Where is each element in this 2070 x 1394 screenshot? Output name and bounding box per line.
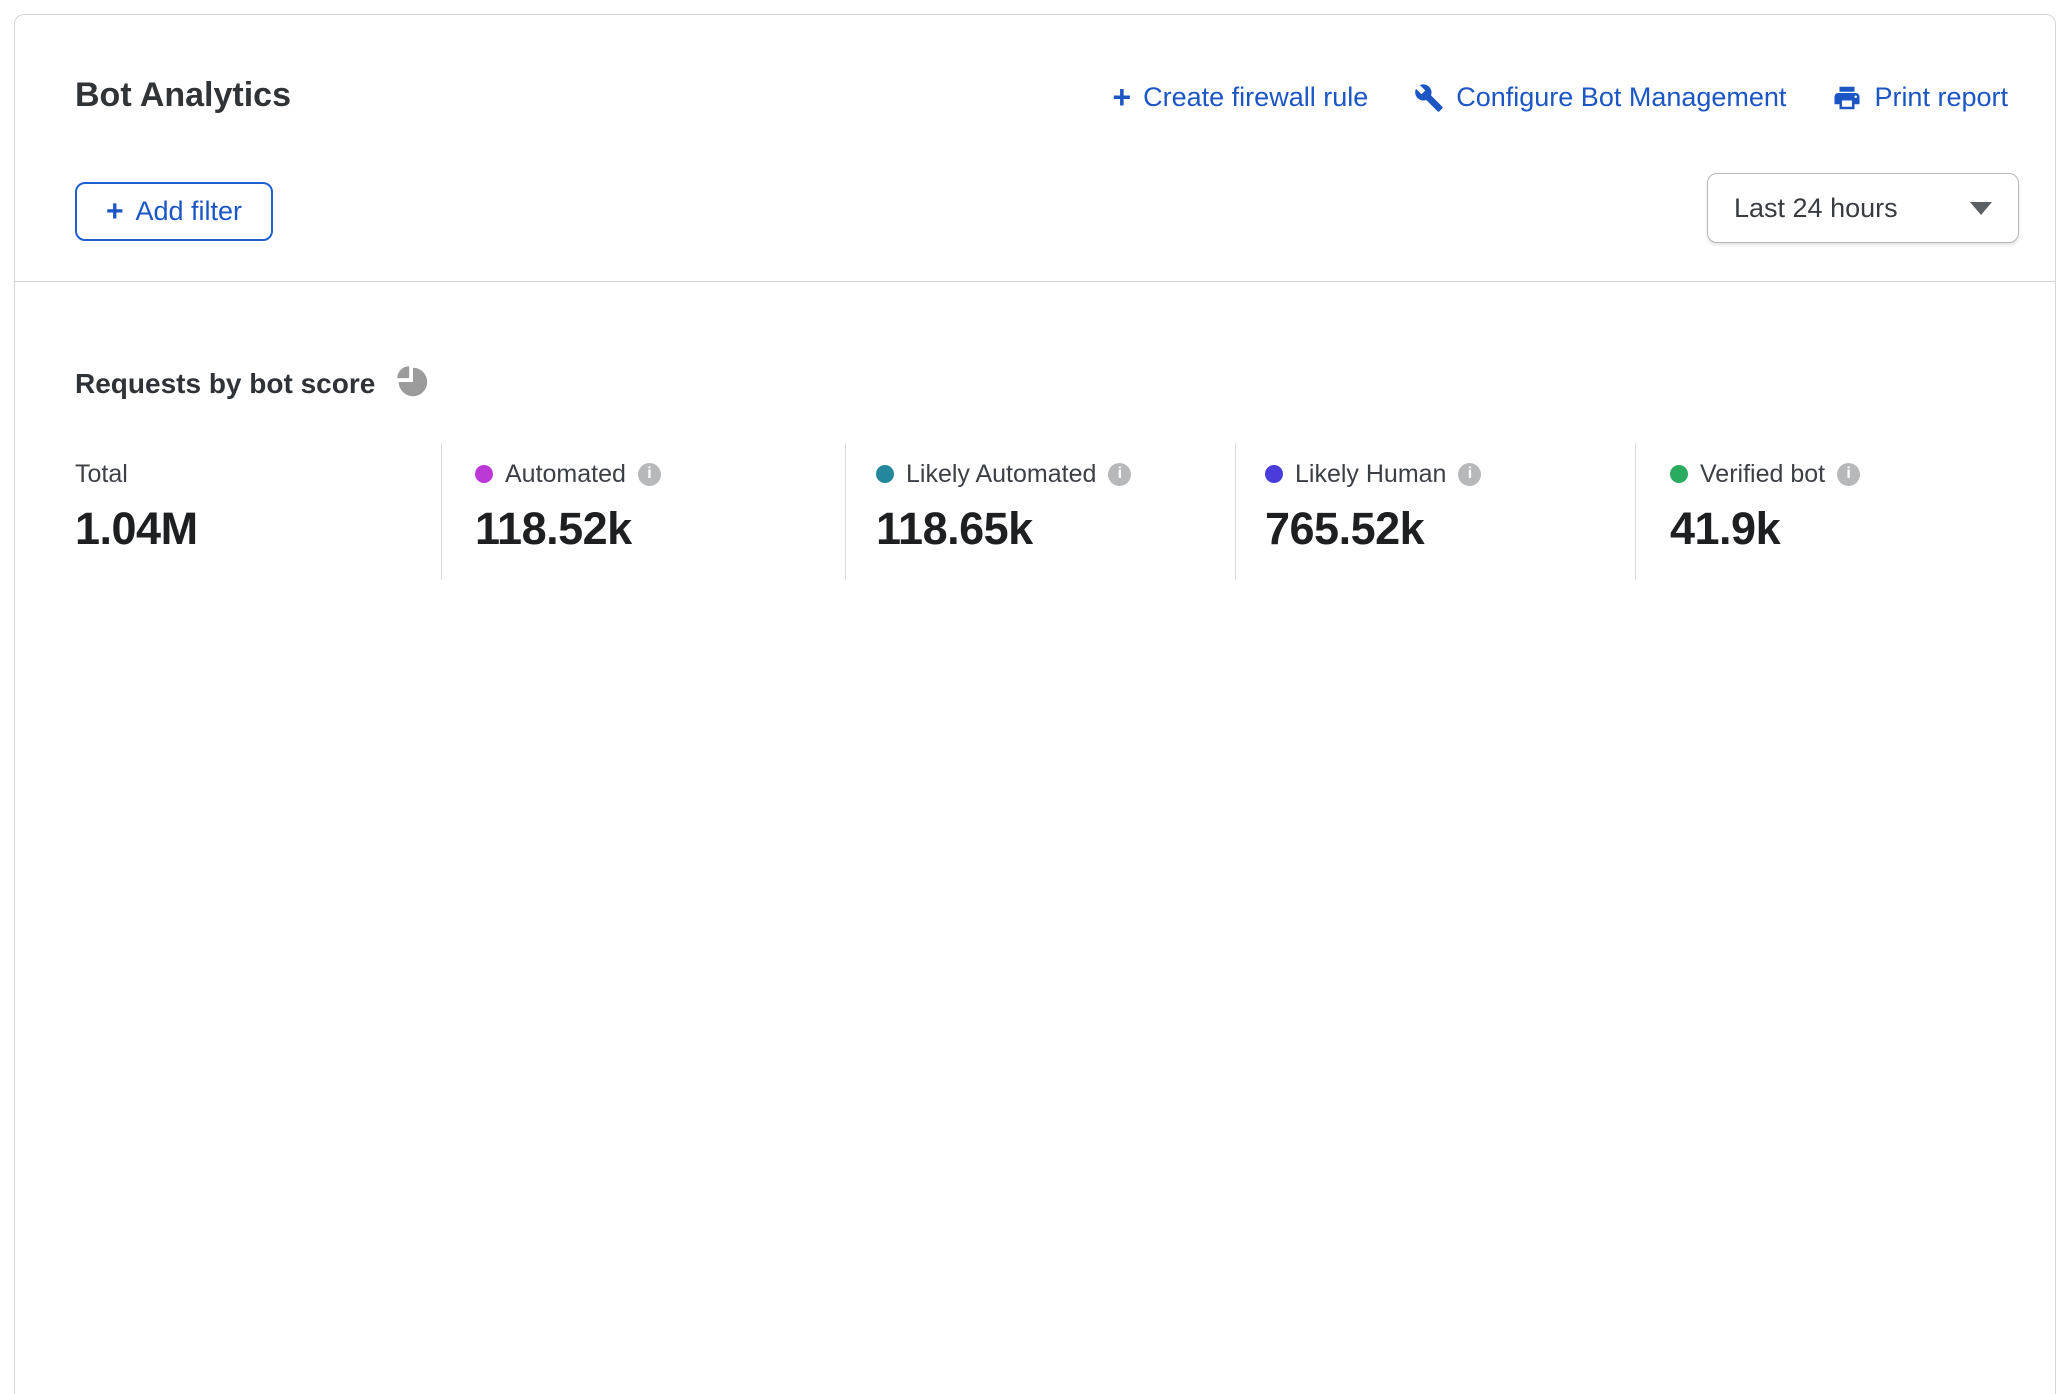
stat-likely-human-label: Likely Human [1295, 460, 1446, 489]
print-report-link[interactable]: Print report [1832, 82, 2008, 113]
stat-automated: Automated i 118.52k [475, 458, 661, 555]
header-actions: + Create firewall rule Configure Bot Man… [1112, 82, 2008, 113]
stat-divider [441, 443, 442, 580]
stat-verified-bot-value: 41.9k [1670, 503, 1860, 555]
printer-icon [1832, 83, 1862, 113]
stat-likely-human-value: 765.52k [1265, 503, 1481, 555]
stat-likely-human: Likely Human i 765.52k [1265, 458, 1481, 555]
stat-automated-value: 118.52k [475, 503, 661, 555]
add-filter-label: Add filter [135, 196, 242, 227]
info-icon[interactable]: i [1458, 463, 1481, 486]
likely-automated-legend-dot [876, 465, 894, 483]
likely-human-legend-dot [1265, 465, 1283, 483]
section-title: Requests by bot score [75, 368, 375, 400]
stat-total-label: Total [75, 460, 128, 489]
header-divider [15, 281, 2055, 282]
info-icon[interactable]: i [1837, 463, 1860, 486]
stat-divider [845, 443, 846, 580]
stat-total-value: 1.04M [75, 503, 198, 555]
wrench-icon [1414, 83, 1444, 113]
stat-divider [1235, 443, 1236, 580]
info-icon[interactable]: i [1108, 463, 1131, 486]
plus-icon: + [106, 195, 124, 229]
stat-likely-automated: Likely Automated i 118.65k [876, 458, 1131, 555]
verified-bot-legend-dot [1670, 465, 1688, 483]
stat-likely-automated-label: Likely Automated [906, 460, 1096, 489]
configure-bot-management-link[interactable]: Configure Bot Management [1414, 82, 1786, 113]
chevron-down-icon [1970, 202, 1992, 215]
stat-divider [1635, 443, 1636, 580]
stat-verified-bot-label: Verified bot [1700, 460, 1825, 489]
print-report-label: Print report [1874, 82, 2008, 113]
create-firewall-rule-link[interactable]: + Create firewall rule [1112, 82, 1368, 113]
stat-likely-automated-value: 118.65k [876, 503, 1131, 555]
time-range-value: Last 24 hours [1734, 193, 1898, 224]
automated-legend-dot [475, 465, 493, 483]
info-icon[interactable]: i [638, 463, 661, 486]
create-firewall-rule-label: Create firewall rule [1143, 82, 1368, 113]
plus-icon: + [1112, 84, 1131, 111]
bot-analytics-page: 010k20k30k40k50k60k70k80k3:00 PM7:00 PM1… [0, 0, 2070, 1394]
pie-chart-icon [393, 362, 431, 405]
stat-automated-label: Automated [505, 460, 626, 489]
configure-bot-management-label: Configure Bot Management [1456, 82, 1786, 113]
page-title: Bot Analytics [75, 76, 291, 115]
add-filter-button[interactable]: + Add filter [75, 182, 273, 241]
stat-total: Total 1.04M [75, 458, 198, 555]
time-range-select[interactable]: Last 24 hours [1707, 173, 2019, 243]
stat-verified-bot: Verified bot i 41.9k [1670, 458, 1860, 555]
section-title-row: Requests by bot score [75, 362, 431, 405]
